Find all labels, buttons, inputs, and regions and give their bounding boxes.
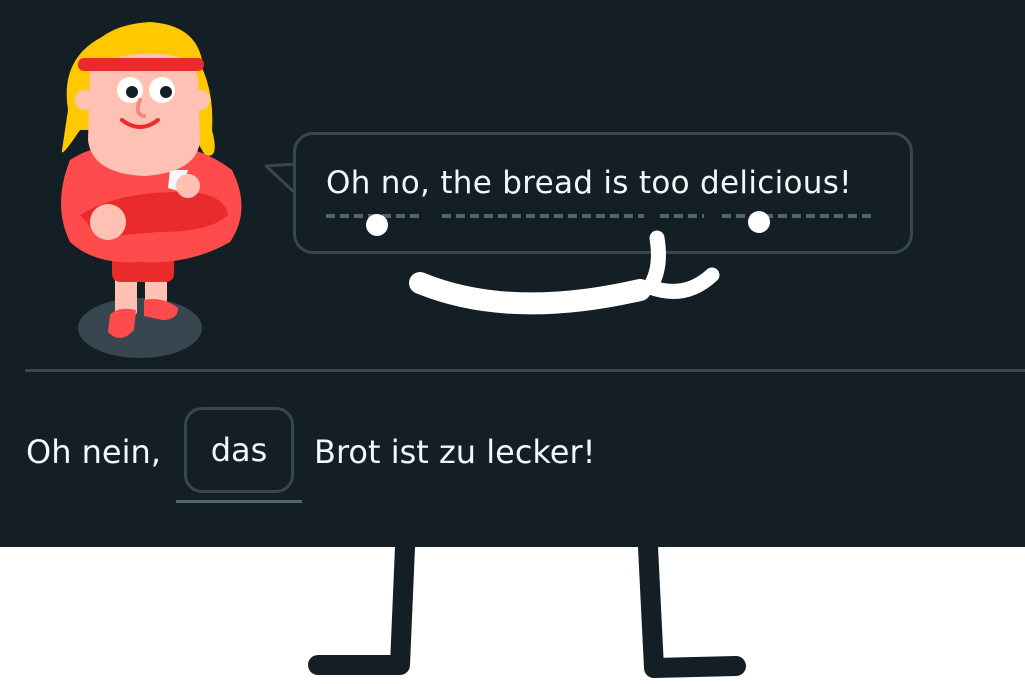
character-hand-left <box>90 204 126 240</box>
character-right-shoe <box>144 299 178 320</box>
drawn-left-leg <box>308 537 415 675</box>
character-illustration <box>61 22 242 358</box>
blank-underline <box>176 500 302 503</box>
selected-word-label: das <box>210 431 268 469</box>
answer-row: Oh nein, das Brot ist zu lecker! <box>26 405 1016 505</box>
prompt-sentence[interactable]: Oh no, the bread is too delicious! <box>326 165 852 201</box>
character-shadow <box>78 298 202 358</box>
character-pupil-right <box>160 86 172 98</box>
character-ear-left <box>75 90 95 110</box>
drawn-right-leg <box>638 537 746 678</box>
answer-text-before: Oh nein, <box>26 433 161 471</box>
character-headband <box>78 58 204 71</box>
word-hint-underline <box>326 214 871 218</box>
character-hand-right <box>176 174 200 198</box>
lesson-panel: Oh no, the bread is too delicious! Oh ne… <box>0 0 1025 547</box>
screen: Oh no, the bread is too delicious! Oh ne… <box>0 0 1025 684</box>
character-pupil-left <box>126 86 138 98</box>
selected-word-chip[interactable]: das <box>184 407 294 493</box>
section-divider <box>25 369 1025 372</box>
answer-text-after: Brot ist zu lecker! <box>314 433 596 471</box>
character-ear-right <box>190 90 210 110</box>
